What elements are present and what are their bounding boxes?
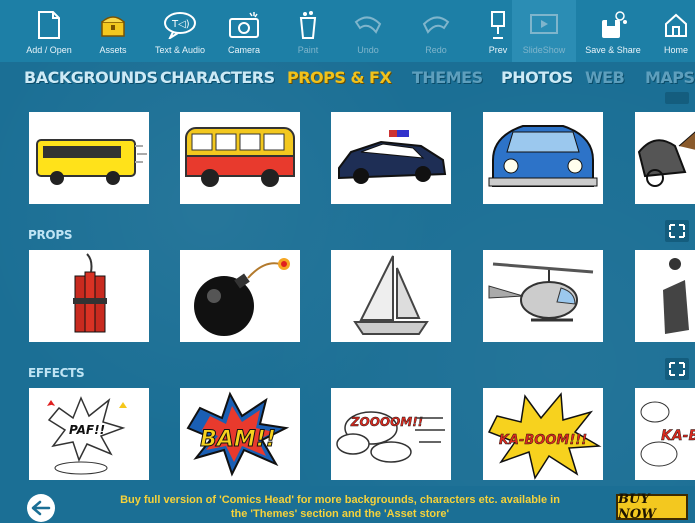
undo-icon bbox=[351, 8, 385, 42]
upgrade-message-line2: the 'Themes' section and the 'Asset stor… bbox=[230, 508, 450, 520]
home-icon bbox=[659, 8, 693, 42]
tab-web[interactable]: WEB bbox=[585, 68, 625, 87]
preview-label: Prev bbox=[488, 45, 508, 55]
paf-text: PAF!! bbox=[69, 423, 105, 437]
tab-props-fx[interactable]: PROPS & FX bbox=[287, 68, 392, 87]
assets-label: Assets bbox=[99, 45, 127, 55]
save-share-button[interactable]: Save & Share bbox=[582, 0, 644, 62]
tab-maps[interactable]: MAPS bbox=[645, 68, 695, 87]
camera-label: Camera bbox=[227, 45, 260, 55]
camera-button[interactable]: Camera bbox=[222, 0, 266, 62]
upgrade-message: Buy full version of 'Comics Head' for mo… bbox=[90, 493, 590, 521]
slideshow-label: SlideShow bbox=[522, 45, 566, 55]
kaboom-text: KA-BOOM!!! bbox=[499, 433, 587, 448]
expand-props-button[interactable] bbox=[665, 220, 689, 242]
zoom-effect-thumbnail[interactable]: ZOOOOM!! bbox=[331, 388, 451, 480]
home-label: Home bbox=[663, 45, 688, 55]
undo-button[interactable]: Undo bbox=[350, 0, 386, 62]
bus-red-thumbnail[interactable] bbox=[180, 112, 300, 204]
save-share-label: Save & Share bbox=[585, 45, 641, 55]
blue-car-thumbnail[interactable] bbox=[483, 112, 603, 204]
sailboat-thumbnail[interactable] bbox=[331, 250, 451, 342]
paint-bucket-icon bbox=[291, 8, 325, 42]
bam-effect-thumbnail[interactable]: BAM!! bbox=[180, 388, 300, 480]
dynamite-thumbnail[interactable] bbox=[29, 250, 149, 342]
bomb-thumbnail[interactable] bbox=[180, 250, 300, 342]
paint-button[interactable]: Paint bbox=[290, 0, 326, 62]
zoom-text: ZOOOOM!! bbox=[350, 415, 423, 429]
redo-button[interactable]: Redo bbox=[418, 0, 454, 62]
bam-text: BAM!! bbox=[200, 427, 276, 452]
horse-carriage-thumbnail[interactable] bbox=[635, 112, 695, 204]
kaboom-effect-thumbnail[interactable]: KA-BOOM!!! bbox=[483, 388, 603, 480]
kab-effect-thumbnail[interactable]: KA-B bbox=[635, 388, 695, 480]
vehicles-row bbox=[0, 112, 695, 204]
buy-now-button[interactable]: BUY NOW bbox=[616, 492, 688, 522]
save-share-icon bbox=[596, 8, 630, 42]
helicopter-thumbnail[interactable] bbox=[483, 250, 603, 342]
effects-row: PAF!! BAM!! ZOOOOM!! KA-BOOM!!! KA-B bbox=[0, 388, 695, 480]
arrow-left-icon bbox=[31, 500, 51, 516]
add-open-button[interactable]: Add / Open bbox=[22, 0, 76, 62]
undo-label: Undo bbox=[357, 45, 379, 55]
cut-off-prop-thumbnail[interactable] bbox=[635, 250, 695, 342]
speech-bubble-icon: T◁) bbox=[163, 8, 197, 42]
bus-yellow-thumbnail[interactable] bbox=[29, 112, 149, 204]
paf-effect-thumbnail[interactable]: PAF!! bbox=[29, 388, 149, 480]
slideshow-button[interactable]: SlideShow bbox=[512, 0, 576, 62]
svg-text:T◁): T◁) bbox=[171, 19, 190, 30]
expand-vehicles-button[interactable] bbox=[665, 92, 689, 104]
preview-icon bbox=[481, 8, 515, 42]
expand-effects-button[interactable] bbox=[665, 358, 689, 380]
upgrade-message-line1: Buy full version of 'Comics Head' for mo… bbox=[120, 494, 560, 506]
text-audio-label: Text & Audio bbox=[154, 45, 206, 55]
treasure-chest-icon bbox=[96, 8, 130, 42]
add-open-label: Add / Open bbox=[26, 45, 72, 55]
tab-backgrounds[interactable]: BACKGROUNDS bbox=[24, 68, 158, 87]
tab-themes[interactable]: THEMES bbox=[412, 68, 483, 87]
tab-photos[interactable]: PHOTOS bbox=[501, 68, 573, 87]
props-row bbox=[0, 250, 695, 342]
props-section-title: PROPS bbox=[28, 228, 73, 242]
redo-label: Redo bbox=[425, 45, 447, 55]
kab-text: KA-B bbox=[661, 428, 695, 444]
tab-characters[interactable]: CHARACTERS bbox=[160, 68, 275, 87]
assets-button[interactable]: Assets bbox=[90, 0, 136, 62]
paint-label: Paint bbox=[297, 45, 319, 55]
toolbar: Add / Open Assets T◁) Text & Audio Camer… bbox=[0, 0, 695, 62]
document-icon bbox=[32, 8, 66, 42]
category-tabs: BACKGROUNDS CHARACTERS PROPS & FX THEMES… bbox=[0, 64, 695, 100]
slideshow-icon bbox=[527, 8, 561, 42]
home-button[interactable]: Home bbox=[658, 0, 694, 62]
back-button[interactable] bbox=[27, 494, 55, 522]
preview-button[interactable]: Prev bbox=[484, 0, 512, 62]
effects-section-title: EFFECTS bbox=[28, 366, 85, 380]
redo-icon bbox=[419, 8, 453, 42]
police-car-thumbnail[interactable] bbox=[331, 112, 451, 204]
app-window: Add / Open Assets T◁) Text & Audio Camer… bbox=[0, 0, 695, 523]
text-audio-button[interactable]: T◁) Text & Audio bbox=[150, 0, 210, 62]
camera-icon bbox=[227, 8, 261, 42]
